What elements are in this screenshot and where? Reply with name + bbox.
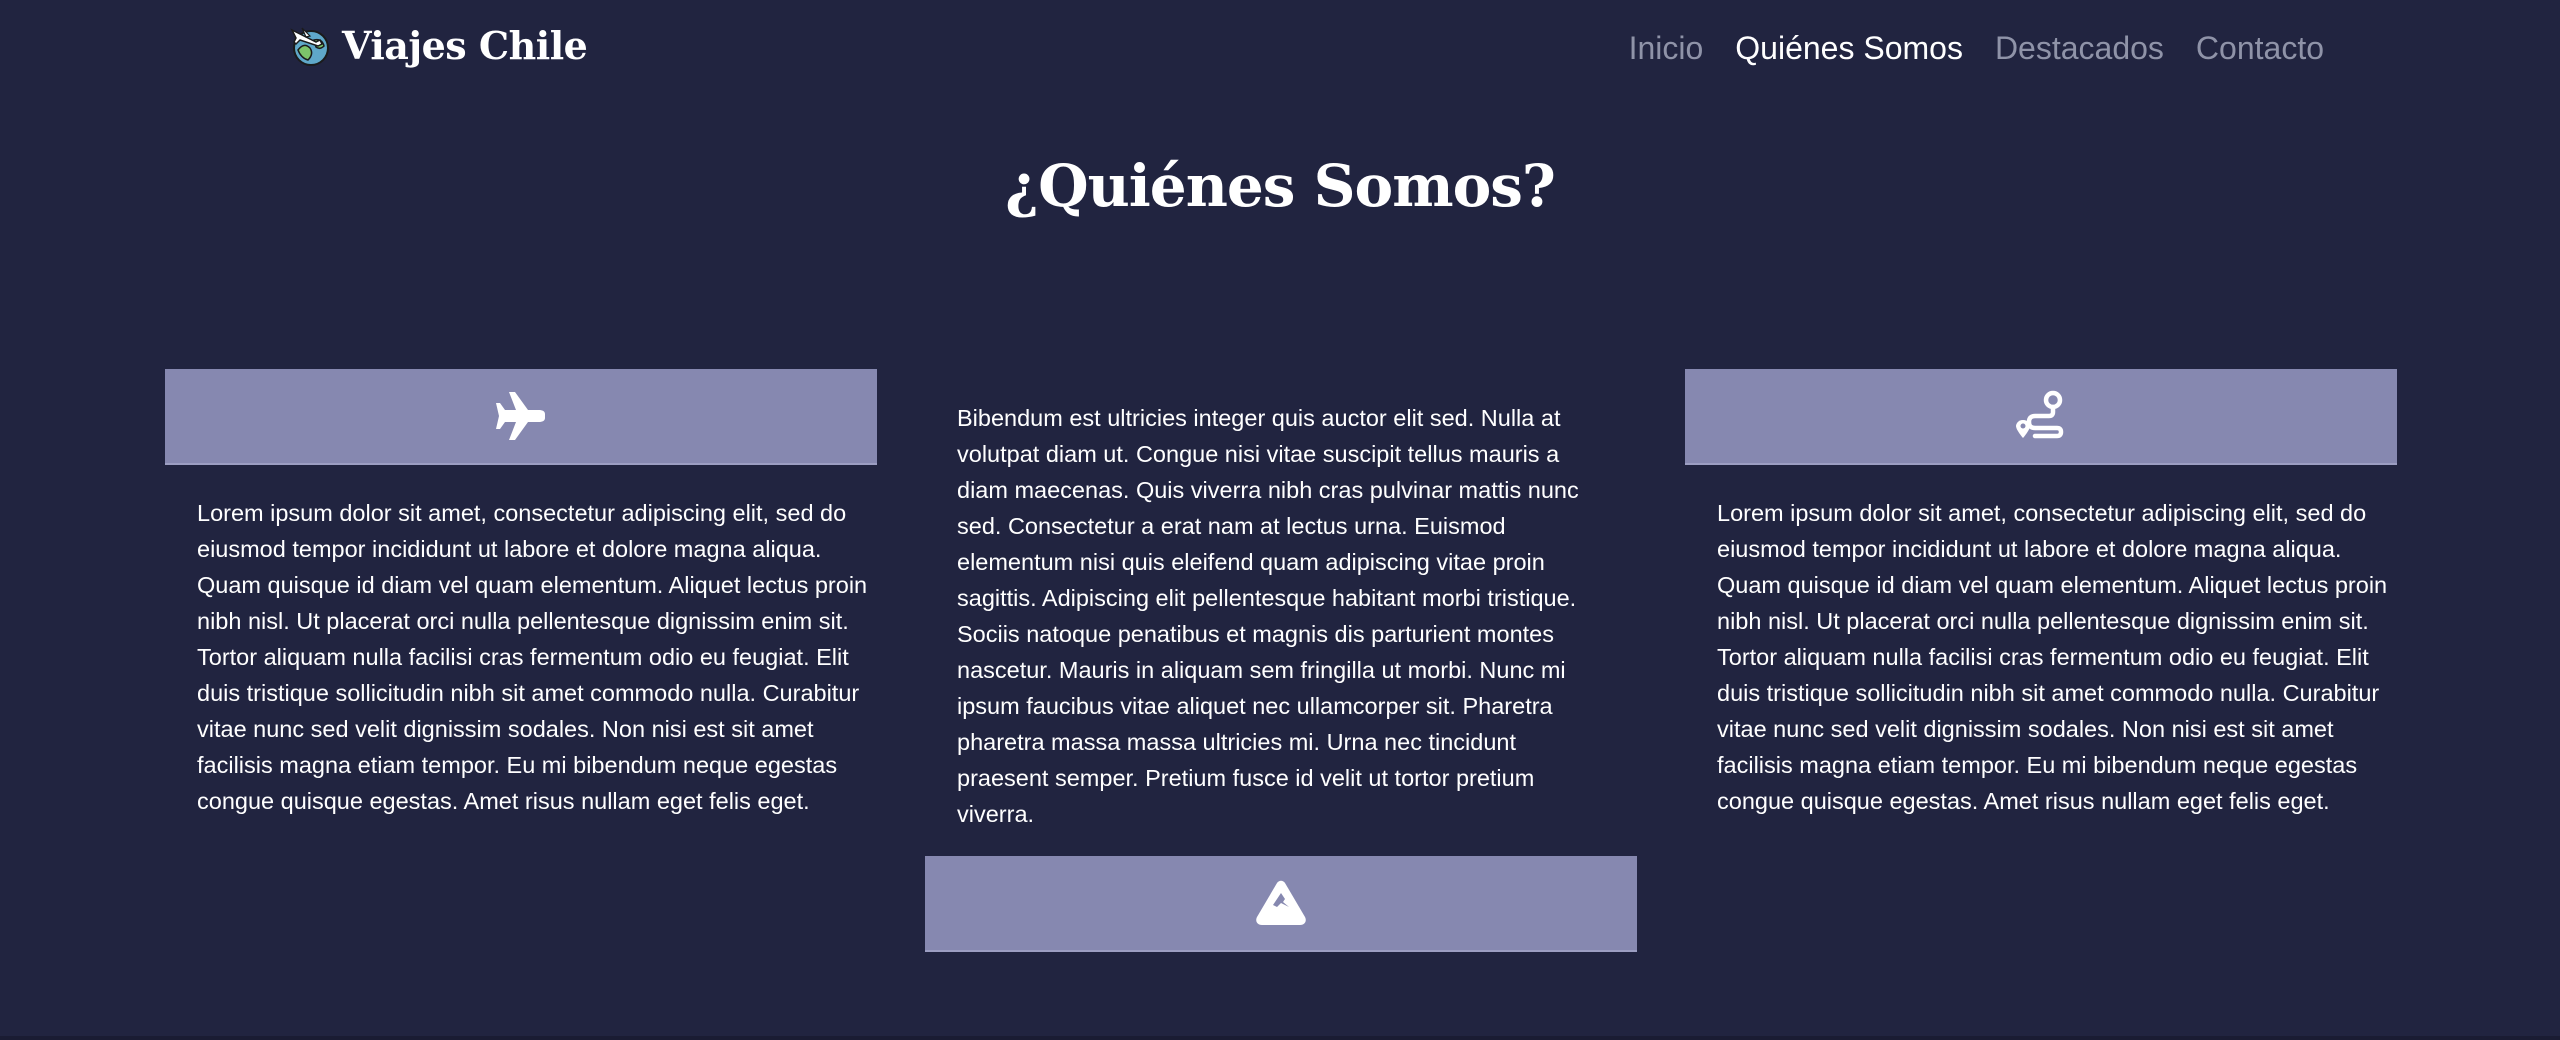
navbar: Viajes Chile Inicio Quiénes Somos Destac…	[0, 0, 2560, 96]
card-icon-box	[1685, 369, 2397, 465]
brand-link[interactable]: Viajes Chile	[286, 20, 588, 70]
nav-link-destacados[interactable]: Destacados	[1995, 26, 2164, 70]
nav-link-quienes-somos[interactable]: Quiénes Somos	[1735, 26, 1963, 70]
mountain-icon	[1256, 880, 1306, 925]
route-icon	[2016, 390, 2064, 439]
card-middle-text: Bibendum est ultricies integer quis auct…	[957, 405, 1579, 827]
card-right-text: Lorem ipsum dolor sit amet, consectetur …	[1717, 500, 2388, 814]
airplane-icon	[496, 392, 545, 440]
card-left-text: Lorem ipsum dolor sit amet, consectetur …	[197, 500, 868, 814]
nav-link-contacto[interactable]: Contacto	[2196, 26, 2324, 70]
section-title: ¿Quiénes Somos?	[1005, 152, 1556, 220]
card-left: Lorem ipsum dolor sit amet, consectetur …	[165, 369, 877, 819]
bottom-edge	[0, 1036, 2560, 1040]
card-icon-box	[925, 856, 1637, 952]
page: Viajes Chile Inicio Quiénes Somos Destac…	[0, 0, 2560, 1040]
card-right: Lorem ipsum dolor sit amet, consectetur …	[1685, 369, 2397, 819]
globe-airplane-logo-icon	[290, 27, 329, 66]
card-middle: Bibendum est ultricies integer quis auct…	[925, 400, 1637, 952]
card-icon-box	[165, 369, 877, 465]
nav-menu: Inicio Quiénes Somos Destacados Contacto	[1629, 26, 2324, 70]
nav-link-inicio[interactable]: Inicio	[1629, 26, 1704, 70]
brand-name: Viajes Chile	[342, 22, 588, 68]
